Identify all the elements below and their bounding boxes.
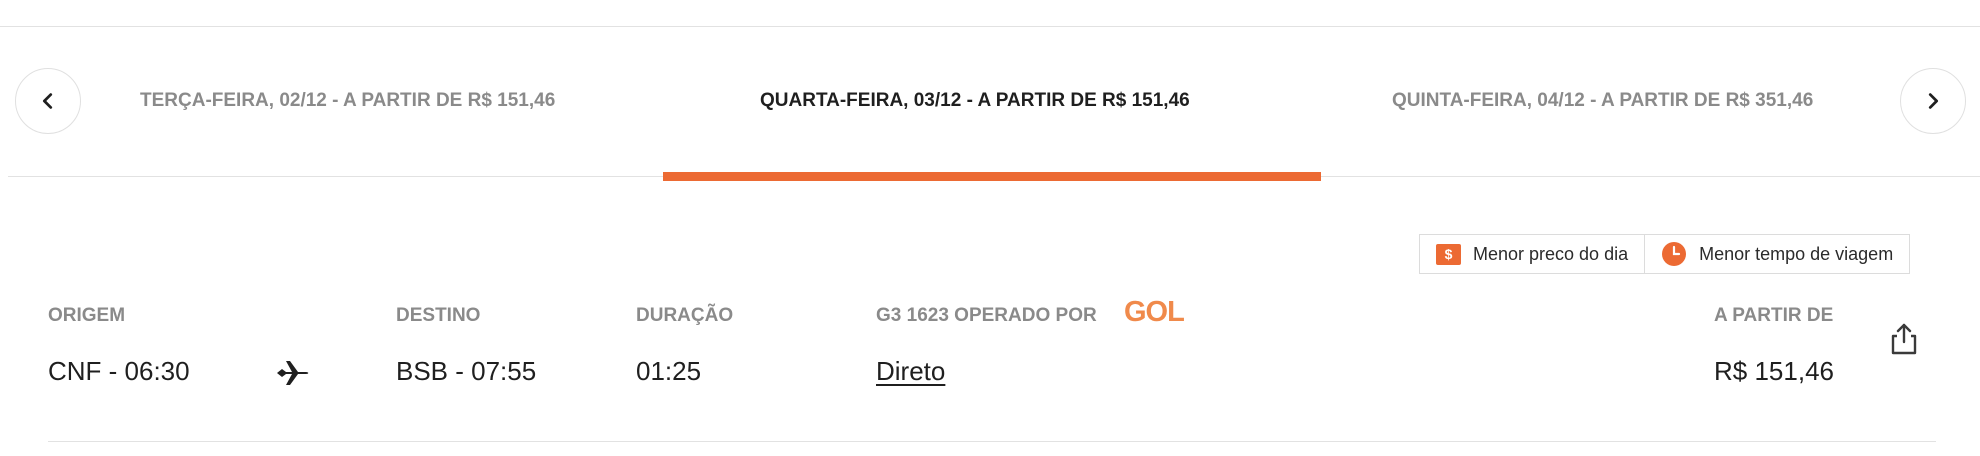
top-divider	[0, 26, 1980, 27]
destination-value: BSB - 07:55	[396, 356, 537, 386]
stops-link[interactable]: Direto	[876, 356, 945, 387]
chevron-left-icon	[42, 93, 53, 109]
legend: $ Menor preco do dia Menor tempo de viag…	[1419, 234, 1911, 274]
previous-date-button[interactable]	[15, 68, 81, 134]
gol-logo: GOL	[1124, 296, 1185, 328]
duration-value: 01:25	[636, 356, 702, 386]
price-value: R$ 151,46	[1714, 356, 1834, 386]
duration-label: DURAÇÃO	[636, 305, 734, 326]
next-date-button[interactable]	[1900, 68, 1966, 134]
legend-lowest-price-label: Menor preco do dia	[1473, 243, 1629, 264]
tab-date-next[interactable]: QUINTA-FEIRA, 04/12 - A PARTIR DE R$ 351…	[1392, 84, 1813, 118]
clock-icon	[1662, 242, 1687, 266]
origin-label: ORIGEM	[48, 305, 126, 326]
legend-lowest-price: $ Menor preco do dia	[1420, 235, 1644, 273]
dollar-icon: $	[1436, 243, 1461, 265]
chevron-right-icon	[1928, 93, 1939, 109]
row-divider	[48, 441, 1936, 442]
tab-date-previous[interactable]: TERÇA-FEIRA, 02/12 - A PARTIR DE R$ 151,…	[140, 84, 555, 118]
airplane-icon	[277, 361, 309, 385]
flight-operator-label: G3 1623 OPERADO POR	[876, 305, 1097, 326]
legend-shortest-time-label: Menor tempo de viagem	[1699, 243, 1894, 264]
legend-shortest-time: Menor tempo de viagem	[1644, 235, 1909, 273]
active-tab-indicator	[663, 172, 1321, 181]
origin-value: CNF - 06:30	[48, 356, 190, 386]
tab-date-current[interactable]: QUARTA-FEIRA, 03/12 - A PARTIR DE R$ 151…	[760, 84, 1190, 118]
share-icon[interactable]	[1889, 322, 1919, 356]
destination-label: DESTINO	[396, 305, 481, 326]
price-label: A PARTIR DE	[1714, 305, 1834, 326]
